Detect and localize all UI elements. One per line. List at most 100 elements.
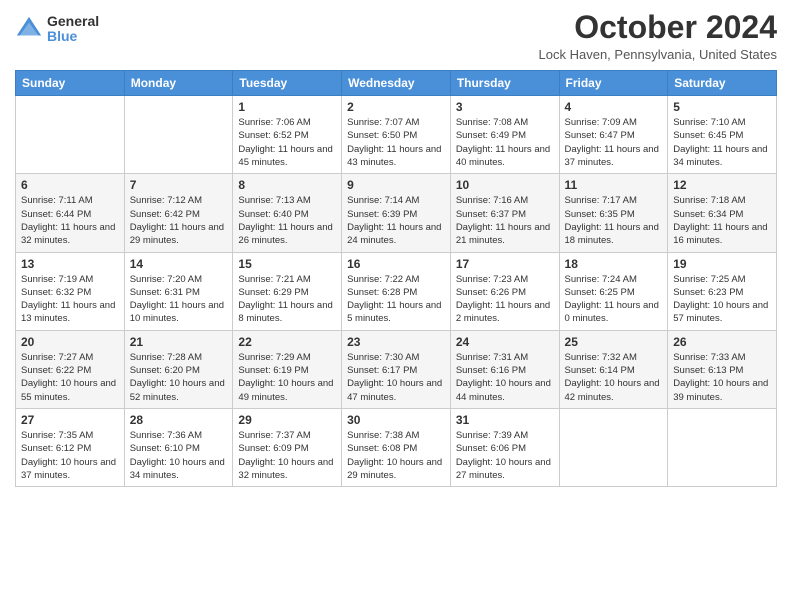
- calendar-cell: 13 Sunrise: 7:19 AM Sunset: 6:32 PM Dayli…: [16, 252, 125, 330]
- location: Lock Haven, Pennsylvania, United States: [539, 47, 777, 62]
- calendar-cell: [559, 408, 668, 486]
- calendar-cell: 25 Sunrise: 7:32 AM Sunset: 6:14 PM Dayli…: [559, 330, 668, 408]
- cell-content: Sunrise: 7:31 AM Sunset: 6:16 PM Dayligh…: [456, 351, 554, 404]
- title-section: October 2024 Lock Haven, Pennsylvania, U…: [539, 10, 777, 62]
- day-number: 23: [347, 335, 445, 349]
- logo: General Blue: [15, 14, 99, 45]
- page: General Blue October 2024 Lock Haven, Pe…: [0, 0, 792, 612]
- calendar-cell: 21 Sunrise: 7:28 AM Sunset: 6:20 PM Dayli…: [124, 330, 233, 408]
- calendar-cell: 31Sunrise: 7:39 AM Sunset: 6:06 PM Dayli…: [450, 408, 559, 486]
- day-number: 27: [21, 413, 119, 427]
- cell-content: Sunrise: 7:32 AM Sunset: 6:14 PM Dayligh…: [565, 351, 663, 404]
- day-number: 30: [347, 413, 445, 427]
- day-number: 13: [21, 257, 119, 271]
- calendar-cell: 26Sunrise: 7:33 AM Sunset: 6:13 PM Dayli…: [668, 330, 777, 408]
- cell-content: Sunrise: 7:19 AM Sunset: 6:32 PM Dayligh…: [21, 273, 119, 326]
- cell-content: Sunrise: 7:38 AM Sunset: 6:08 PM Dayligh…: [347, 429, 445, 482]
- day-number: 22: [238, 335, 336, 349]
- cell-content: Sunrise: 7:10 AM Sunset: 6:45 PM Dayligh…: [673, 116, 771, 169]
- calendar-cell: 18Sunrise: 7:24 AM Sunset: 6:25 PM Dayli…: [559, 252, 668, 330]
- cell-content: Sunrise: 7:33 AM Sunset: 6:13 PM Dayligh…: [673, 351, 771, 404]
- cell-content: Sunrise: 7:09 AM Sunset: 6:47 PM Dayligh…: [565, 116, 663, 169]
- calendar-cell: [668, 408, 777, 486]
- cell-content: Sunrise: 7:16 AM Sunset: 6:37 PM Dayligh…: [456, 194, 554, 247]
- calendar-cell: 4Sunrise: 7:09 AM Sunset: 6:47 PM Daylig…: [559, 96, 668, 174]
- cell-content: Sunrise: 7:07 AM Sunset: 6:50 PM Dayligh…: [347, 116, 445, 169]
- week-row-4: 20Sunrise: 7:27 AM Sunset: 6:22 PM Dayli…: [16, 330, 777, 408]
- week-row-3: 13 Sunrise: 7:19 AM Sunset: 6:32 PM Dayli…: [16, 252, 777, 330]
- day-number: 25: [565, 335, 663, 349]
- day-number: 29: [238, 413, 336, 427]
- week-row-2: 6 Sunrise: 7:11 AM Sunset: 6:44 PM Daylig…: [16, 174, 777, 252]
- calendar-cell: 30 Sunrise: 7:38 AM Sunset: 6:08 PM Dayli…: [342, 408, 451, 486]
- day-number: 7: [130, 178, 228, 192]
- calendar-cell: 23Sunrise: 7:30 AM Sunset: 6:17 PM Dayli…: [342, 330, 451, 408]
- calendar-cell: 6 Sunrise: 7:11 AM Sunset: 6:44 PM Daylig…: [16, 174, 125, 252]
- cell-content: Sunrise: 7:22 AM Sunset: 6:28 PM Dayligh…: [347, 273, 445, 326]
- calendar-cell: 11 Sunrise: 7:17 AM Sunset: 6:35 PM Dayli…: [559, 174, 668, 252]
- day-number: 17: [456, 257, 554, 271]
- day-header-thursday: Thursday: [450, 71, 559, 96]
- calendar-cell: 12 Sunrise: 7:18 AM Sunset: 6:34 PM Dayli…: [668, 174, 777, 252]
- day-header-monday: Monday: [124, 71, 233, 96]
- cell-content: Sunrise: 7:23 AM Sunset: 6:26 PM Dayligh…: [456, 273, 554, 326]
- cell-content: Sunrise: 7:20 AM Sunset: 6:31 PM Dayligh…: [130, 273, 228, 326]
- calendar-cell: 17 Sunrise: 7:23 AM Sunset: 6:26 PM Dayli…: [450, 252, 559, 330]
- week-row-1: 1Sunrise: 7:06 AM Sunset: 6:52 PM Daylig…: [16, 96, 777, 174]
- logo-blue-text: Blue: [47, 29, 99, 44]
- day-number: 24: [456, 335, 554, 349]
- cell-content: Sunrise: 7:36 AM Sunset: 6:10 PM Dayligh…: [130, 429, 228, 482]
- day-number: 18: [565, 257, 663, 271]
- calendar-cell: 8 Sunrise: 7:13 AM Sunset: 6:40 PM Daylig…: [233, 174, 342, 252]
- cell-content: Sunrise: 7:13 AM Sunset: 6:40 PM Dayligh…: [238, 194, 336, 247]
- header-row: SundayMondayTuesdayWednesdayThursdayFrid…: [16, 71, 777, 96]
- cell-content: Sunrise: 7:18 AM Sunset: 6:34 PM Dayligh…: [673, 194, 771, 247]
- calendar-cell: 3Sunrise: 7:08 AM Sunset: 6:49 PM Daylig…: [450, 96, 559, 174]
- day-number: 12: [673, 178, 771, 192]
- logo-general-text: General: [47, 14, 99, 29]
- day-header-wednesday: Wednesday: [342, 71, 451, 96]
- cell-content: Sunrise: 7:11 AM Sunset: 6:44 PM Dayligh…: [21, 194, 119, 247]
- calendar-cell: 5Sunrise: 7:10 AM Sunset: 6:45 PM Daylig…: [668, 96, 777, 174]
- cell-content: Sunrise: 7:12 AM Sunset: 6:42 PM Dayligh…: [130, 194, 228, 247]
- calendar-cell: 20Sunrise: 7:27 AM Sunset: 6:22 PM Dayli…: [16, 330, 125, 408]
- calendar-cell: 24 Sunrise: 7:31 AM Sunset: 6:16 PM Dayli…: [450, 330, 559, 408]
- cell-content: Sunrise: 7:35 AM Sunset: 6:12 PM Dayligh…: [21, 429, 119, 482]
- day-number: 21: [130, 335, 228, 349]
- week-row-5: 27 Sunrise: 7:35 AM Sunset: 6:12 PM Dayli…: [16, 408, 777, 486]
- calendar-cell: 2 Sunrise: 7:07 AM Sunset: 6:50 PM Daylig…: [342, 96, 451, 174]
- cell-content: Sunrise: 7:39 AM Sunset: 6:06 PM Dayligh…: [456, 429, 554, 482]
- calendar-cell: 22 Sunrise: 7:29 AM Sunset: 6:19 PM Dayli…: [233, 330, 342, 408]
- day-number: 2: [347, 100, 445, 114]
- cell-content: Sunrise: 7:17 AM Sunset: 6:35 PM Dayligh…: [565, 194, 663, 247]
- logo-icon: [15, 15, 43, 43]
- calendar-cell: [124, 96, 233, 174]
- cell-content: Sunrise: 7:29 AM Sunset: 6:19 PM Dayligh…: [238, 351, 336, 404]
- calendar-cell: 15Sunrise: 7:21 AM Sunset: 6:29 PM Dayli…: [233, 252, 342, 330]
- day-number: 16: [347, 257, 445, 271]
- day-number: 3: [456, 100, 554, 114]
- header: General Blue October 2024 Lock Haven, Pe…: [15, 10, 777, 62]
- day-number: 11: [565, 178, 663, 192]
- month-title: October 2024: [539, 10, 777, 45]
- calendar-cell: 7 Sunrise: 7:12 AM Sunset: 6:42 PM Daylig…: [124, 174, 233, 252]
- calendar-cell: 27 Sunrise: 7:35 AM Sunset: 6:12 PM Dayli…: [16, 408, 125, 486]
- calendar-cell: 10Sunrise: 7:16 AM Sunset: 6:37 PM Dayli…: [450, 174, 559, 252]
- day-number: 9: [347, 178, 445, 192]
- cell-content: Sunrise: 7:21 AM Sunset: 6:29 PM Dayligh…: [238, 273, 336, 326]
- day-header-friday: Friday: [559, 71, 668, 96]
- day-header-sunday: Sunday: [16, 71, 125, 96]
- day-number: 1: [238, 100, 336, 114]
- day-number: 28: [130, 413, 228, 427]
- cell-content: Sunrise: 7:28 AM Sunset: 6:20 PM Dayligh…: [130, 351, 228, 404]
- calendar-cell: [16, 96, 125, 174]
- day-number: 6: [21, 178, 119, 192]
- day-number: 14: [130, 257, 228, 271]
- day-number: 8: [238, 178, 336, 192]
- calendar-table: SundayMondayTuesdayWednesdayThursdayFrid…: [15, 70, 777, 487]
- calendar-cell: 28 Sunrise: 7:36 AM Sunset: 6:10 PM Dayli…: [124, 408, 233, 486]
- calendar-cell: 29 Sunrise: 7:37 AM Sunset: 6:09 PM Dayli…: [233, 408, 342, 486]
- cell-content: Sunrise: 7:14 AM Sunset: 6:39 PM Dayligh…: [347, 194, 445, 247]
- calendar-cell: 14 Sunrise: 7:20 AM Sunset: 6:31 PM Dayli…: [124, 252, 233, 330]
- cell-content: Sunrise: 7:37 AM Sunset: 6:09 PM Dayligh…: [238, 429, 336, 482]
